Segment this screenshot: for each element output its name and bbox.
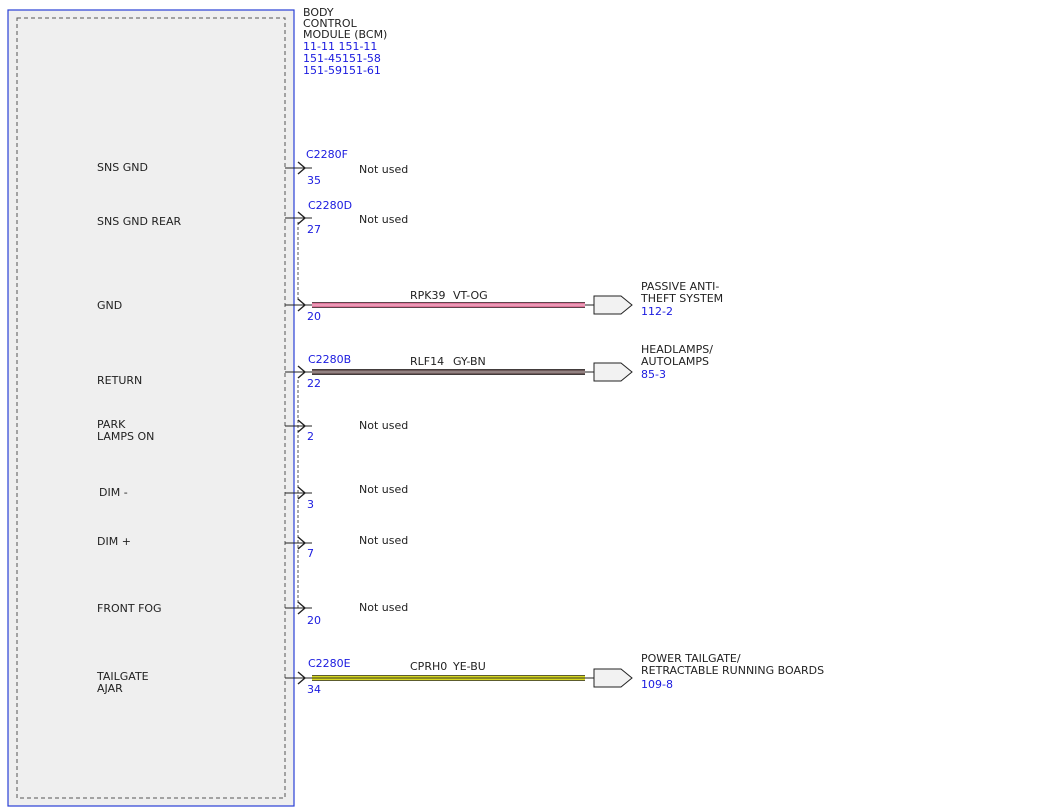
connector-sns-gnd-rear[interactable]: C2280D — [308, 200, 352, 212]
connector-sns-gnd[interactable]: C2280F — [306, 149, 348, 161]
dest-ref-tailgate-ajar[interactable]: 109-8 — [641, 679, 673, 691]
status-dim-plus: Not used — [359, 534, 409, 547]
wire-circuit-return: RLF14 — [410, 355, 445, 368]
wire-color-tailgate-ajar: YE-BU — [453, 660, 486, 673]
pins-layer — [285, 161, 633, 688]
pin-label-park-lamps-on-line-2: LAMPS ON — [97, 430, 155, 443]
wire-color-return: GY-BN — [453, 355, 486, 368]
pin-number-dim-plus: 7 — [307, 547, 314, 560]
status-front-fog: Not used — [359, 601, 409, 614]
wire-color-gnd: VT-OG — [453, 289, 488, 302]
dest-connector-gnd-icon — [593, 295, 633, 315]
wiring-diagram — [7, 9, 633, 807]
bcm-module-box — [7, 9, 295, 807]
pin-number-gnd: 20 — [307, 310, 321, 323]
dest-connector-return-icon — [593, 362, 633, 382]
pin-label-return: RETURN — [97, 374, 143, 387]
pin-number-sns-gnd-rear: 27 — [307, 223, 321, 236]
pin-label-tailgate-ajar-line-2: AJAR — [97, 682, 123, 695]
connector-return[interactable]: C2280B — [308, 354, 351, 366]
dest-connector-tailgate-ajar-icon — [593, 668, 633, 688]
pin-number-front-fog: 20 — [307, 614, 321, 627]
pin-label-sns-gnd-rear: SNS GND REAR — [97, 215, 182, 228]
status-park-lamps-on: Not used — [359, 419, 409, 432]
pin-number-sns-gnd: 35 — [307, 174, 321, 187]
status-sns-gnd: Not used — [359, 163, 409, 176]
pin-number-return: 22 — [307, 377, 321, 390]
wire-circuit-gnd: RPK39 — [410, 289, 446, 302]
dest-ref-gnd[interactable]: 112-2 — [641, 306, 673, 318]
dest-gnd-line-2: THEFT SYSTEM — [641, 292, 724, 305]
pin-number-tailgate-ajar: 34 — [307, 683, 321, 696]
pin-label-dim-minus: DIM - — [99, 486, 128, 499]
wire-circuit-tailgate-ajar: CPRH0 — [410, 660, 448, 673]
pin-label-sns-gnd: SNS GND — [97, 161, 148, 174]
connector-tailgate-ajar[interactable]: C2280E — [308, 658, 351, 670]
dest-tailgate-ajar-line-2: RETRACTABLE RUNNING BOARDS — [641, 664, 825, 677]
dest-ref-return[interactable]: 85-3 — [641, 369, 666, 381]
module-ref-3[interactable]: 151-59151-61 — [303, 65, 381, 77]
dest-return-line-2: AUTOLAMPS — [641, 355, 709, 368]
pin-number-park-lamps-on: 2 — [307, 430, 314, 443]
pin-label-front-fog: FRONT FOG — [97, 602, 162, 615]
status-dim-minus: Not used — [359, 483, 409, 496]
pin-label-dim-plus: DIM + — [97, 535, 131, 548]
status-sns-gnd-rear: Not used — [359, 213, 409, 226]
pin-label-gnd: GND — [97, 299, 123, 312]
pin-number-dim-minus: 3 — [307, 498, 314, 511]
